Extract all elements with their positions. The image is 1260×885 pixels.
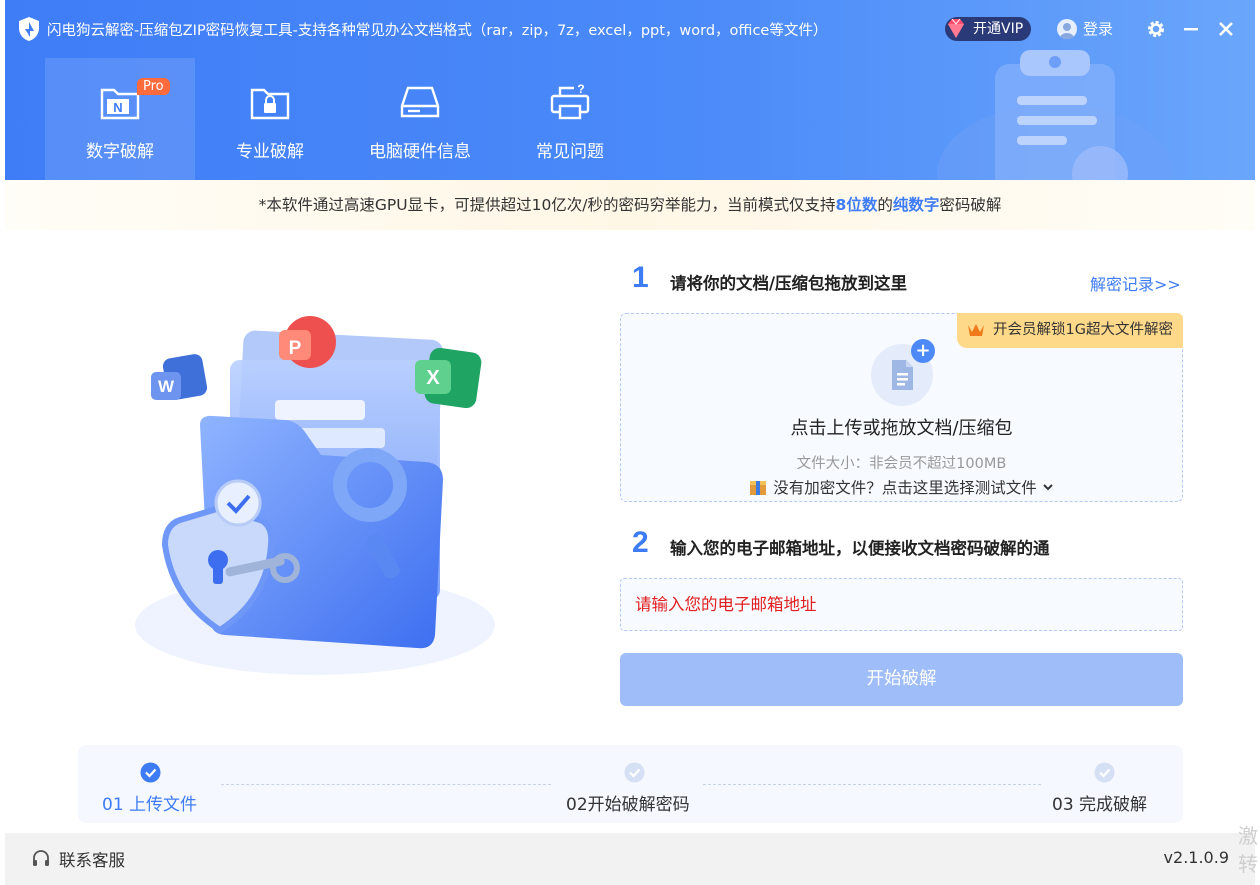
tab-label: 专业破解 — [236, 142, 304, 162]
notice-middle: 的 — [877, 196, 893, 214]
tab-digital-crack[interactable]: N Pro 数字破解 — [45, 58, 195, 180]
settings-button[interactable] — [1143, 16, 1169, 42]
word-badge: W — [158, 377, 175, 396]
chevron-down-icon — [1043, 484, 1053, 491]
add-file-icon[interactable]: + — [911, 339, 935, 363]
excel-badge: X — [426, 367, 440, 389]
test-file-label: 没有加密文件？点击这里选择测试文件 — [773, 479, 1037, 497]
tab-professional-crack[interactable]: 专业破解 — [195, 58, 345, 180]
upload-prompt: 点击上传或拖放文档/压缩包 — [790, 418, 1013, 439]
close-icon — [1219, 22, 1233, 36]
step-1-number: 1 — [626, 261, 662, 299]
vip-label: 开通VIP — [973, 21, 1024, 37]
window-title: 闪电狗云解密-压缩包ZIP密码恢复工具-支持各种常见办公文档格式（rar，zip… — [47, 23, 828, 39]
check-circle-icon — [1094, 762, 1115, 783]
step-2-title: 输入您的电子邮箱地址，以便接收文档密码破解的通 — [670, 539, 1050, 558]
member-upgrade-tag[interactable]: 开会员解锁1G超大文件解密 — [957, 313, 1183, 348]
watermark: 激转 — [1238, 824, 1258, 876]
folder-number-icon: N — [100, 88, 140, 120]
svg-text:N: N — [113, 100, 122, 115]
app-window: 闪电狗云解密-压缩包ZIP密码恢复工具-支持各种常见办公文档格式（rar，zip… — [5, 0, 1255, 885]
close-button[interactable] — [1213, 16, 1239, 42]
file-size-limit: 文件大小：非会员不超过100MB — [796, 456, 1007, 472]
shield-logo-icon — [19, 17, 39, 41]
minimize-button[interactable] — [1178, 16, 1204, 42]
tab-label: 数字破解 — [86, 142, 154, 162]
folder-lock-icon — [250, 88, 290, 120]
notice-highlight-pure-number: 纯数字 — [892, 196, 940, 214]
printer-question-icon: ? — [550, 82, 590, 120]
decrypt-records-link[interactable]: 解密记录>> — [1090, 271, 1181, 295]
email-input[interactable] — [621, 579, 1182, 630]
file-dropzone[interactable]: 开会员解锁1G超大文件解密 + 点击上传或拖放文档/压缩包 文件大小：非会员不超… — [620, 313, 1183, 502]
progress-step-crack: 02开始破解密码 — [566, 795, 690, 815]
clipboard-illustration — [937, 50, 1173, 180]
folder-security-illustration: P W X — [135, 316, 495, 675]
login-button[interactable]: 登录 — [1057, 18, 1113, 39]
tab-label: 电脑硬件信息 — [369, 142, 471, 162]
start-crack-button[interactable]: 开始破解 — [620, 653, 1183, 706]
support-label: 联系客服 — [59, 851, 125, 870]
progress-step-upload: 01 上传文件 — [102, 795, 198, 815]
tab-label: 常见问题 — [536, 142, 604, 162]
tab-faq[interactable]: ? 常见问题 — [495, 58, 645, 180]
step-1-title: 请将你的文档/压缩包拖放到这里 — [670, 274, 908, 293]
footer: 联系客服 v2.1.0.9 — [5, 833, 1255, 885]
header: 闪电狗云解密-压缩包ZIP密码恢复工具-支持各种常见办公文档格式（rar，zip… — [5, 0, 1255, 180]
step-2-number: 2 — [626, 526, 662, 564]
powerpoint-badge: P — [289, 338, 302, 359]
minimize-icon — [1184, 28, 1198, 31]
version-label: v2.1.0.9 — [1163, 848, 1229, 867]
progress-connector — [703, 784, 1041, 785]
main-nav: N Pro 数字破解 专业破解 电脑硬件信息 ? 常见问题 — [45, 58, 645, 180]
progress-steps: 01 上传文件 02开始破解密码 03 完成破解 — [78, 745, 1183, 823]
check-circle-icon — [140, 762, 161, 783]
notice-suffix: 密码破解 — [939, 196, 1002, 214]
diamond-icon — [948, 18, 964, 38]
progress-connector — [221, 784, 551, 785]
check-circle-icon — [624, 762, 645, 783]
notice-highlight-digits: 8位数 — [835, 196, 878, 214]
email-field-container — [620, 578, 1183, 631]
gpu-notice: *本软件通过高速GPU显卡，可提供超过10亿次/秒的密码穷举能力，当前模式仅支持… — [5, 180, 1255, 230]
select-test-file-link[interactable]: 没有加密文件？点击这里选择测试文件 — [621, 476, 1182, 498]
user-icon — [1057, 18, 1077, 39]
progress-step-done: 03 完成破解 — [1052, 795, 1148, 815]
pro-badge: Pro — [137, 78, 170, 95]
crown-icon — [968, 324, 985, 336]
headset-icon — [33, 850, 49, 866]
svg-text:?: ? — [577, 82, 584, 96]
package-icon — [750, 481, 767, 495]
login-label: 登录 — [1083, 20, 1114, 38]
contact-support-button[interactable]: 联系客服 — [31, 847, 125, 871]
tab-hardware-info[interactable]: 电脑硬件信息 — [345, 58, 495, 180]
vip-button[interactable]: 开通VIP — [945, 17, 1032, 41]
gear-icon — [1148, 21, 1164, 37]
hard-drive-icon — [400, 86, 440, 118]
notice-prefix: *本软件通过高速GPU显卡，可提供超过10亿次/秒的密码穷举能力，当前模式仅支持 — [258, 196, 836, 214]
member-tag-label: 开会员解锁1G超大文件解密 — [993, 322, 1173, 338]
